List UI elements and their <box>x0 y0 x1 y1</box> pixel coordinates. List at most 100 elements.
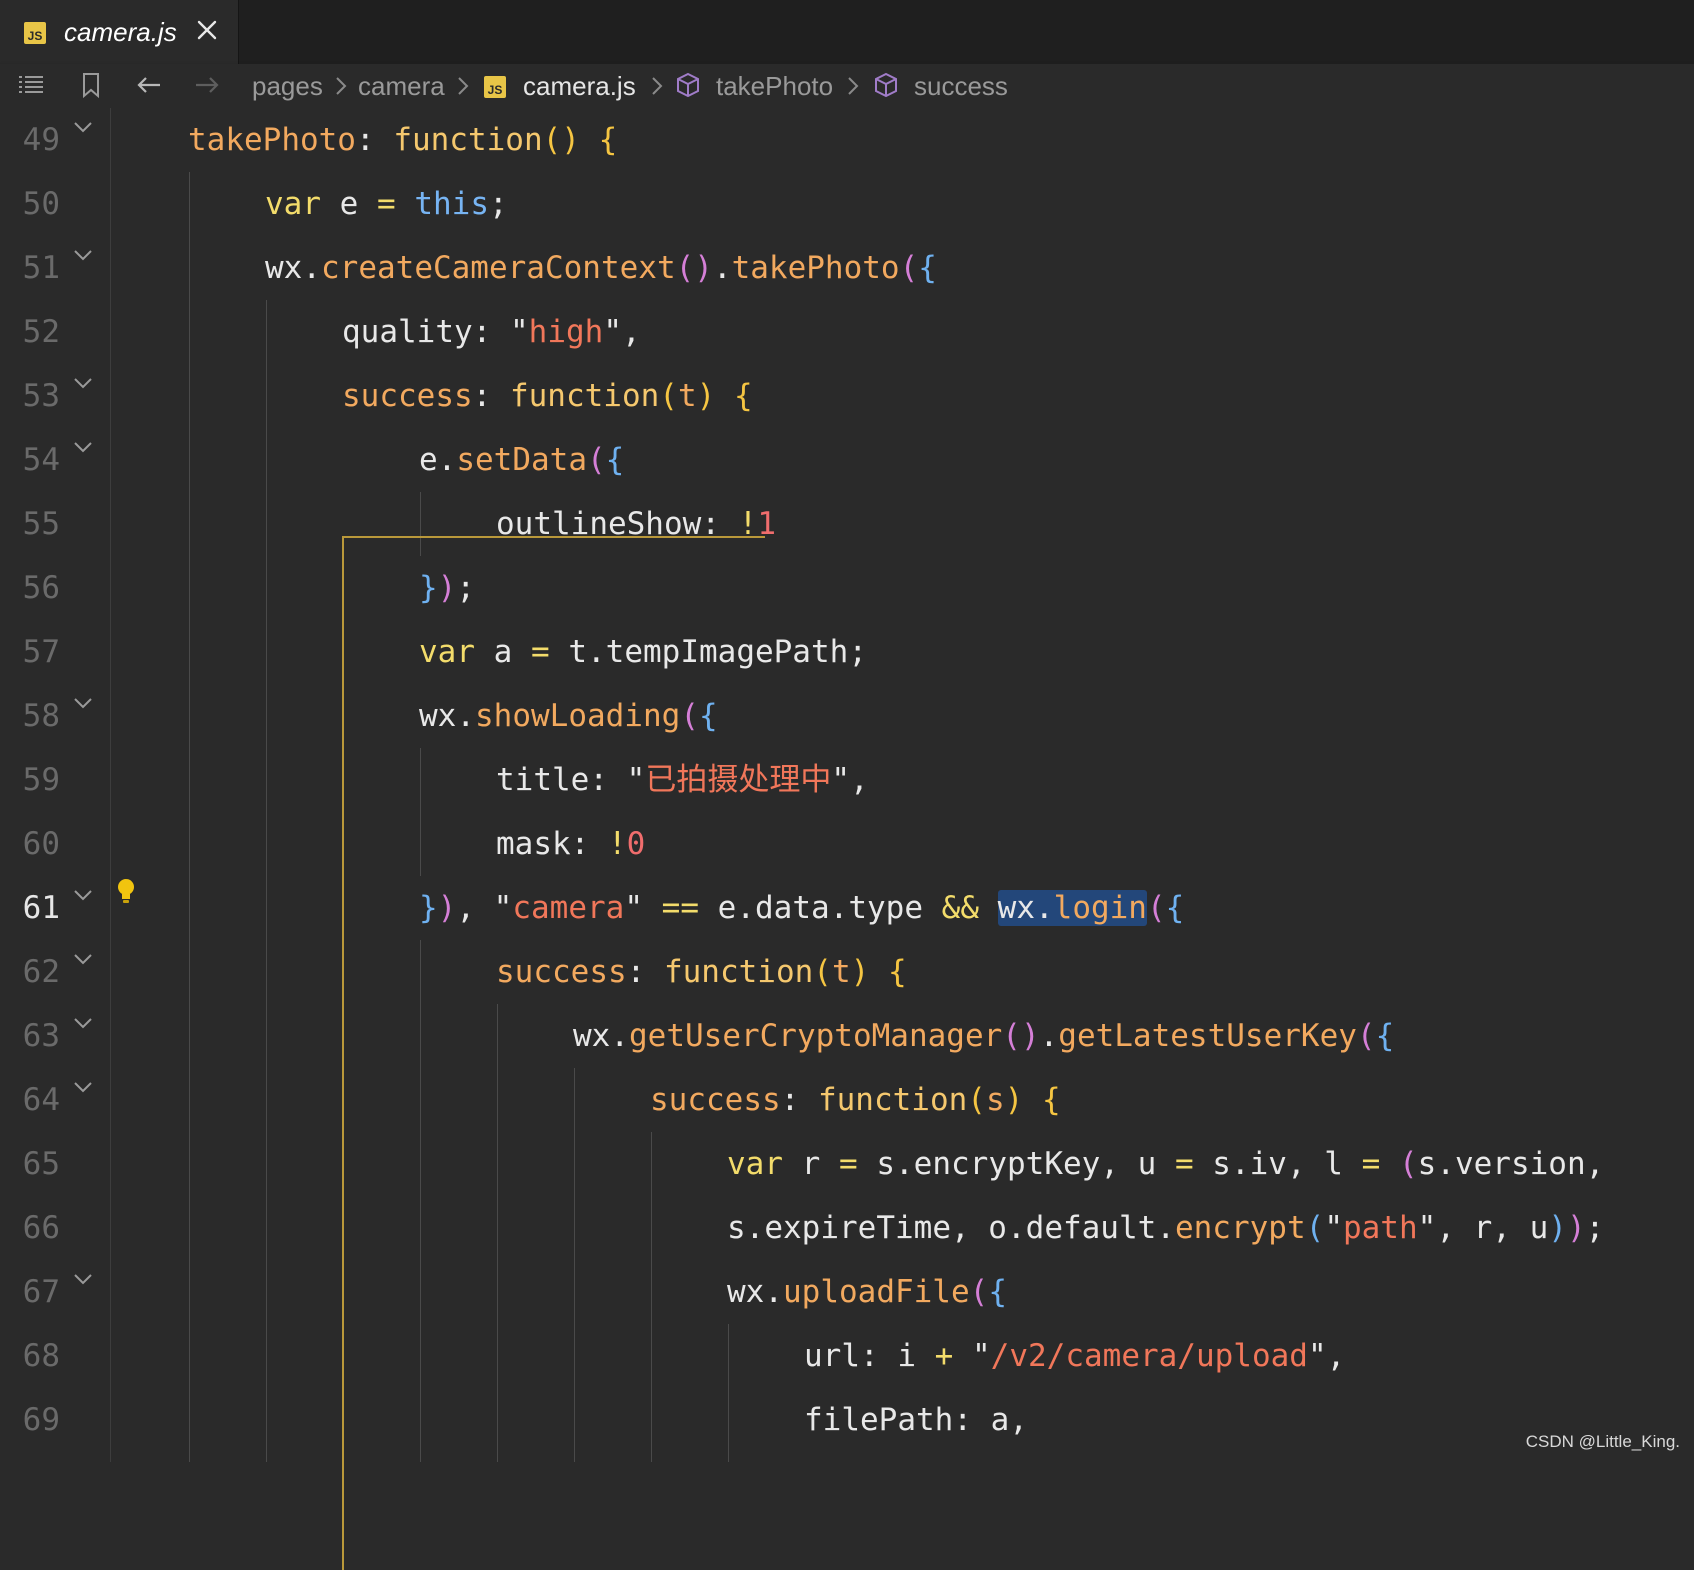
code-token: : <box>355 122 394 158</box>
chevron-down-icon[interactable] <box>72 1016 94 1030</box>
code-token: takePhoto <box>188 122 356 158</box>
code-token: ! <box>738 506 758 542</box>
breadcrumb-item-takephoto[interactable]: takePhoto <box>716 68 833 104</box>
code-token: ( <box>1356 1018 1376 1054</box>
code-line[interactable]: var a = t.tempImagePath; <box>419 632 867 672</box>
line-number: 68 <box>22 1338 60 1374</box>
code-token: e <box>321 186 377 222</box>
code-token: : <box>472 378 510 414</box>
code-line[interactable]: title: "已拍摄处理中", <box>496 760 869 800</box>
line-number: 50 <box>22 186 60 222</box>
code-token: s <box>985 1082 1005 1118</box>
bookmark-icon[interactable] <box>76 70 106 100</box>
chevron-down-icon[interactable] <box>72 440 94 454</box>
code-line[interactable]: var r = s.encryptKey, u = s.iv, l = (s.v… <box>727 1144 1604 1184</box>
forward-arrow-icon[interactable] <box>192 70 222 100</box>
line-number: 64 <box>22 1082 60 1118</box>
chevron-down-icon[interactable] <box>72 248 94 262</box>
code-line[interactable]: }), "camera" == e.data.type && wx.login(… <box>419 888 1184 928</box>
back-arrow-icon[interactable] <box>134 70 164 100</box>
code-line[interactable]: wx.createCameraContext().takePhoto({ <box>265 248 937 288</box>
line-number: 52 <box>22 314 60 350</box>
code-token: wx <box>419 698 457 734</box>
code-token: + <box>934 1338 954 1374</box>
code-line[interactable]: success: function(t) { <box>496 952 907 992</box>
code-token: 已拍摄处理中 <box>645 762 832 798</box>
outline-list-icon[interactable] <box>16 70 46 100</box>
chevron-down-icon[interactable] <box>72 1080 94 1094</box>
code-line[interactable]: wx.showLoading({ <box>419 696 718 736</box>
gutter-divider <box>110 108 111 1462</box>
code-token: " <box>493 890 513 926</box>
code-line[interactable]: success: function(t) { <box>342 376 753 416</box>
code-line[interactable]: }); <box>419 568 475 608</box>
code-line[interactable]: url: i + "/v2/camera/upload", <box>804 1336 1345 1376</box>
code-token: ) <box>437 890 457 926</box>
code-token: ( <box>899 250 919 286</box>
code-token: { <box>733 378 753 414</box>
line-number: 69 <box>22 1402 60 1438</box>
breadcrumb-item-camera[interactable]: camera <box>358 68 445 104</box>
code-token: " <box>626 762 646 798</box>
chevron-down-icon[interactable] <box>72 120 94 134</box>
line-number: 55 <box>22 506 60 542</box>
chevron-down-icon[interactable] <box>72 888 94 902</box>
code-token: wx <box>573 1018 611 1054</box>
code-line[interactable]: filePath: a, <box>804 1400 1028 1440</box>
code-token: var <box>419 634 475 670</box>
breadcrumb-item-camera-js[interactable]: camera.js <box>523 68 636 104</box>
close-icon[interactable] <box>194 17 220 43</box>
code-line[interactable]: mask: !0 <box>496 824 645 864</box>
code-token: , <box>1585 1146 1605 1182</box>
chevron-down-icon[interactable] <box>72 952 94 966</box>
code-token: . <box>1039 1018 1059 1054</box>
code-token: a <box>475 634 531 670</box>
code-editor[interactable]: 49 50 51 52 53 54 55 56 57 58 59 60 61 62 63 64 65 66 67 68… <box>0 108 1694 1570</box>
code-line[interactable]: var e = this; <box>265 184 508 224</box>
code-token: tempImagePath <box>605 634 849 670</box>
code-token: . <box>302 250 321 286</box>
code-token: getUserCryptoManager <box>629 1018 1003 1054</box>
code-token: { <box>887 954 907 990</box>
lightbulb-icon[interactable] <box>114 876 138 906</box>
code-token: () <box>542 122 580 158</box>
line-number: 63 <box>22 1018 60 1054</box>
code-token: setData <box>456 442 587 478</box>
code-token: success <box>342 378 473 414</box>
code-line[interactable]: success: function(s) { <box>650 1080 1061 1120</box>
code-token: { <box>918 250 937 286</box>
code-token: . <box>610 1018 629 1054</box>
code-line[interactable]: e.setData({ <box>419 440 624 480</box>
chevron-down-icon[interactable] <box>72 1272 94 1286</box>
code-token: . <box>437 442 457 478</box>
breadcrumb-item-pages[interactable]: pages <box>252 68 323 104</box>
line-number: 51 <box>22 250 60 286</box>
code-token: , l <box>1286 1146 1362 1182</box>
code-token: ; <box>848 634 867 670</box>
code-token: . <box>1006 1210 1026 1246</box>
code-token: path <box>1342 1210 1418 1246</box>
breadcrumb-item-success[interactable]: success <box>914 68 1008 104</box>
code-line[interactable]: wx.getUserCryptoManager().getLatestUserK… <box>573 1016 1394 1056</box>
code-line[interactable]: s.expireTime, o.default.encrypt("path", … <box>727 1208 1604 1248</box>
code-token: e <box>419 442 438 478</box>
tab-camera-js[interactable]: JS camera.js <box>0 0 239 64</box>
code-token: s <box>727 1210 746 1246</box>
code-line[interactable]: outlineShow: !1 <box>496 504 776 544</box>
code-token: { <box>988 1274 1007 1310</box>
code-token: , o <box>950 1210 1007 1246</box>
code-line[interactable]: quality: "high", <box>342 312 641 352</box>
line-number: 67 <box>22 1274 60 1310</box>
code-token: function <box>509 378 660 414</box>
chevron-down-icon[interactable] <box>72 696 94 710</box>
code-line[interactable]: takePhoto: function() { <box>188 120 617 160</box>
chevron-right-icon <box>848 77 859 95</box>
chevron-down-icon[interactable] <box>72 376 94 390</box>
code-line[interactable]: wx.uploadFile({ <box>727 1272 1007 1312</box>
code-token: ( <box>813 954 832 990</box>
code-token: , u <box>1100 1146 1175 1182</box>
code-token: s <box>1193 1146 1231 1182</box>
line-number: 66 <box>22 1210 60 1246</box>
